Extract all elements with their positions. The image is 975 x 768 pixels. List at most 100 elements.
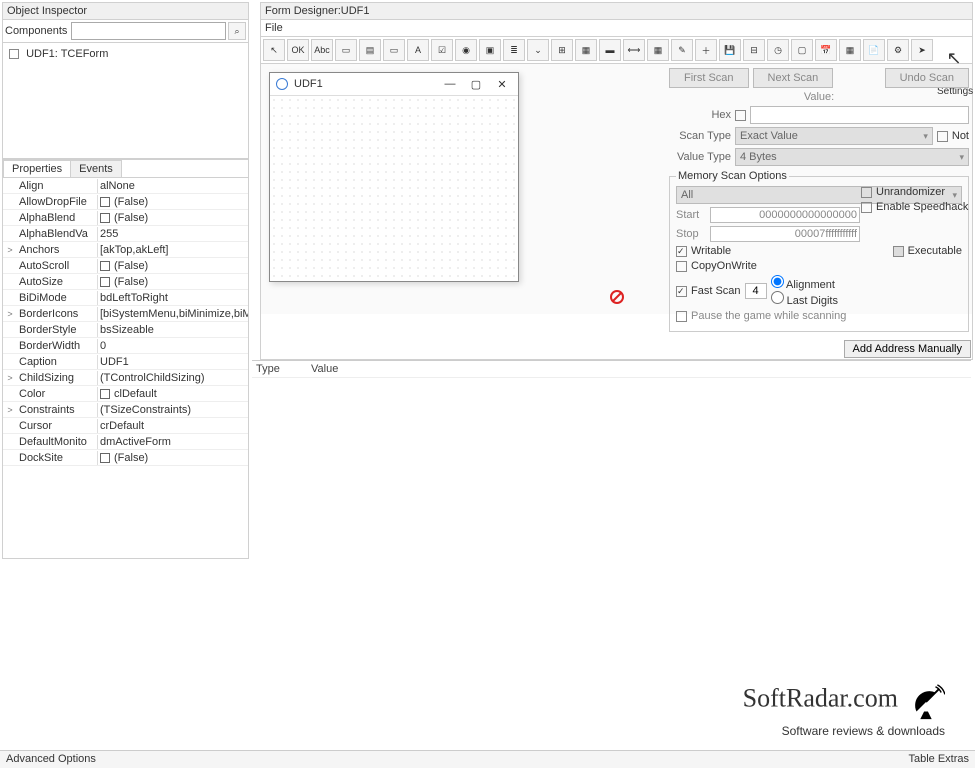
next-scan-button[interactable]: Next Scan <box>753 68 834 88</box>
memo-icon[interactable]: ▤ <box>359 39 381 61</box>
ok-icon[interactable]: OK <box>287 39 309 61</box>
prop-row[interactable]: Align alNone <box>3 178 248 194</box>
tab-events[interactable]: Events <box>70 160 122 177</box>
cursor-icon[interactable]: ↖ <box>937 48 971 69</box>
col-type[interactable]: Type <box>256 363 311 375</box>
components-filter-icon[interactable]: ⌕ <box>228 22 246 40</box>
prop-row[interactable]: Cursor crDefault <box>3 418 248 434</box>
lastdigits-radio[interactable] <box>771 291 784 304</box>
prop-val[interactable]: bdLeftToRight <box>97 291 248 305</box>
prop-val[interactable]: crDefault <box>97 419 248 433</box>
prop-val[interactable]: clDefault <box>97 387 248 401</box>
prop-val[interactable]: 0 <box>97 339 248 353</box>
prop-checkbox-icon[interactable] <box>100 389 110 399</box>
prop-row[interactable]: AlphaBlend (False) <box>3 210 248 226</box>
footer-left[interactable]: Advanced Options <box>6 753 96 766</box>
prop-row[interactable]: > BorderIcons [biSystemMenu,biMinimize,b… <box>3 306 248 322</box>
value-input[interactable] <box>750 106 969 124</box>
prop-row[interactable]: DefaultMonito dmActiveForm <box>3 434 248 450</box>
radio-icon[interactable]: ◉ <box>455 39 477 61</box>
tree-item-udf1[interactable]: UDF1: TCEForm <box>9 47 242 61</box>
maximize-icon[interactable]: ▢ <box>466 76 486 92</box>
prop-val[interactable]: (False) <box>97 451 248 465</box>
prop-row[interactable]: > Constraints (TSizeConstraints) <box>3 402 248 418</box>
tabs-icon[interactable]: ⊞ <box>551 39 573 61</box>
executable-checkbox[interactable] <box>893 246 904 257</box>
component-tree[interactable]: UDF1: TCEForm <box>3 43 248 65</box>
prop-checkbox-icon[interactable] <box>100 213 110 223</box>
undo-scan-button[interactable]: Undo Scan <box>885 68 969 88</box>
progress-icon[interactable]: ▬ <box>599 39 621 61</box>
prop-row[interactable]: BorderStyle bsSizeable <box>3 322 248 338</box>
scan-type-select[interactable]: Exact Value▾ <box>735 127 933 145</box>
trackbar-icon[interactable]: ⟷ <box>623 39 645 61</box>
prop-row[interactable]: AllowDropFile (False) <box>3 194 248 210</box>
prop-row[interactable]: AutoScroll (False) <box>3 258 248 274</box>
stringgrid-icon[interactable]: ▦ <box>575 39 597 61</box>
menu-file[interactable]: File <box>265 22 283 34</box>
table-icon[interactable]: ▦ <box>839 39 861 61</box>
prop-val[interactable]: alNone <box>97 179 248 193</box>
prop-val[interactable]: [akTop,akLeft] <box>97 243 248 257</box>
stop-input[interactable] <box>710 226 860 242</box>
tree-checkbox-icon[interactable] <box>9 49 19 59</box>
prop-val[interactable]: (TControlChildSizing) <box>97 371 248 385</box>
col-value[interactable]: Value <box>311 363 967 375</box>
expand-icon[interactable]: > <box>3 309 17 319</box>
panel-icon[interactable]: ▭ <box>383 39 405 61</box>
prop-checkbox-icon[interactable] <box>100 453 110 463</box>
grid2-icon[interactable]: ▦ <box>647 39 669 61</box>
cal-icon[interactable]: 📅 <box>815 39 837 61</box>
expand-icon[interactable]: > <box>3 405 17 415</box>
prop-val[interactable]: [biSystemMenu,biMinimize,biM <box>97 307 248 321</box>
child-window[interactable]: UDF1 — ▢ ✕ <box>269 72 519 282</box>
dropdown-icon[interactable]: ▭ <box>335 39 357 61</box>
unrandomizer-checkbox[interactable] <box>861 187 872 198</box>
prop-row[interactable]: Caption UDF1 <box>3 354 248 370</box>
alignment-radio[interactable] <box>771 275 784 288</box>
speedhack-checkbox[interactable] <box>861 202 872 213</box>
prop-val[interactable]: bsSizeable <box>97 323 248 337</box>
prop-checkbox-icon[interactable] <box>100 197 110 207</box>
doc-icon[interactable]: 📄 <box>863 39 885 61</box>
save-icon[interactable]: 💾 <box>719 39 741 61</box>
cursor-icon[interactable]: ↖ <box>263 39 285 61</box>
gear-icon[interactable]: ⚙ <box>887 39 909 61</box>
prop-val[interactable]: 255 <box>97 227 248 241</box>
start-input[interactable] <box>710 207 860 223</box>
prop-val[interactable]: (TSizeConstraints) <box>97 403 248 417</box>
prop-row[interactable]: BorderWidth 0 <box>3 338 248 354</box>
components-input[interactable] <box>71 22 226 40</box>
fastscan-checkbox[interactable] <box>676 286 687 297</box>
prop-val[interactable]: dmActiveForm <box>97 435 248 449</box>
window-icon[interactable]: ▢ <box>791 39 813 61</box>
prop-val[interactable]: (False) <box>97 275 248 289</box>
arrow-icon[interactable]: ➤ <box>911 39 933 61</box>
prop-row[interactable]: AlphaBlendVa 255 <box>3 226 248 242</box>
abc-icon[interactable]: Abc <box>311 39 333 61</box>
footer-right[interactable]: Table Extras <box>908 753 969 766</box>
child-window-body[interactable] <box>270 96 518 282</box>
prop-row[interactable]: Color clDefault <box>3 386 248 402</box>
hex-checkbox[interactable] <box>735 110 746 121</box>
prop-row[interactable]: BiDiMode bdLeftToRight <box>3 290 248 306</box>
results-table[interactable]: Type Value <box>252 360 971 720</box>
clock-icon[interactable]: ◷ <box>767 39 789 61</box>
group-icon[interactable]: ▣ <box>479 39 501 61</box>
pen-icon[interactable]: ✎ <box>671 39 693 61</box>
prop-row[interactable]: > Anchors [akTop,akLeft] <box>3 242 248 258</box>
label-a-icon[interactable]: A <box>407 39 429 61</box>
first-scan-button[interactable]: First Scan <box>669 68 749 88</box>
prop-val[interactable]: (False) <box>97 259 248 273</box>
prop-row[interactable]: DockSite (False) <box>3 450 248 466</box>
not-checkbox[interactable] <box>937 131 948 142</box>
list-icon[interactable]: ≣ <box>503 39 525 61</box>
add-address-button[interactable]: Add Address Manually <box>844 340 971 358</box>
combo-icon[interactable]: ⌄ <box>527 39 549 61</box>
value-type-select[interactable]: 4 Bytes▾ <box>735 148 969 166</box>
prop-val[interactable]: (False) <box>97 211 248 225</box>
prop-checkbox-icon[interactable] <box>100 261 110 271</box>
pause-checkbox[interactable] <box>676 311 687 322</box>
checkbox-icon[interactable]: ☑ <box>431 39 453 61</box>
expand-icon[interactable]: > <box>3 373 17 383</box>
